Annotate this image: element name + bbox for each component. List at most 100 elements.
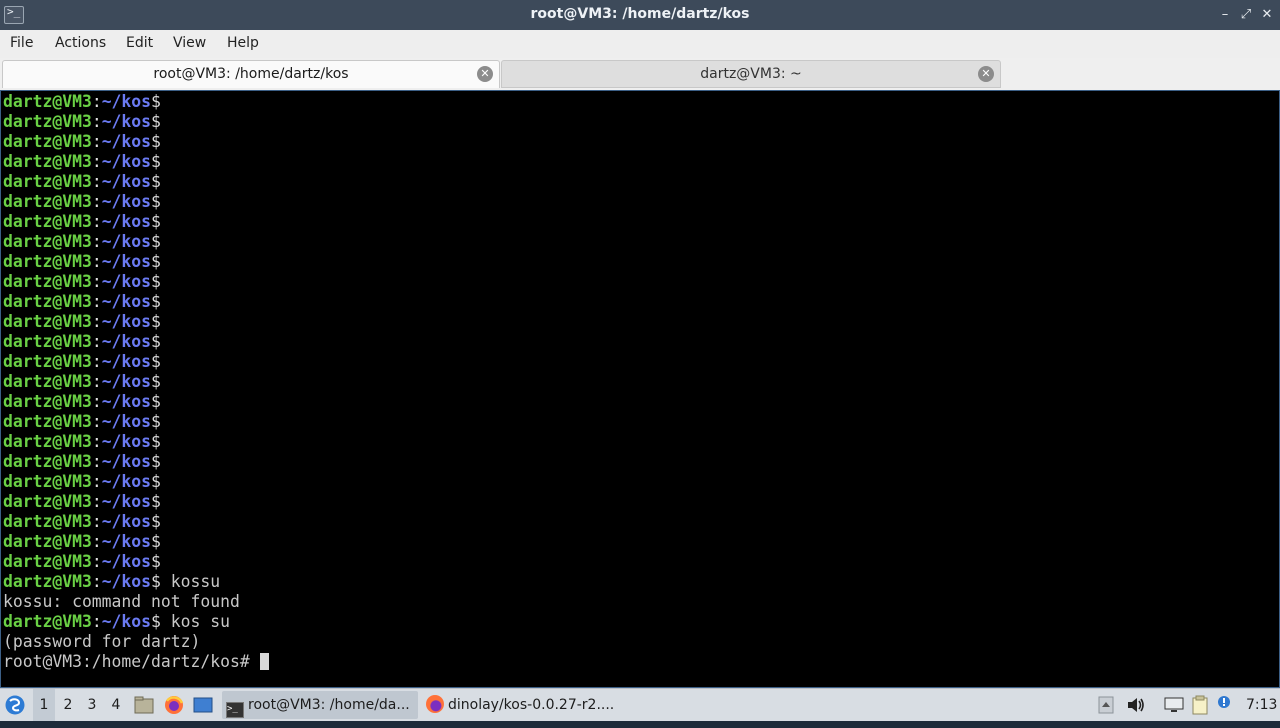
prompt-user: dartz@VM3 (3, 112, 92, 131)
close-button[interactable]: ✕ (1258, 6, 1276, 24)
prompt-path: ~/kos (101, 292, 152, 311)
prompt-path: ~/kos (101, 172, 152, 191)
terminal-prompt-line: dartz@VM3:~/kos$ (3, 492, 269, 512)
prompt-path: ~/kos (101, 512, 152, 531)
start-menu-icon[interactable] (4, 689, 28, 721)
prompt-symbol: $ (151, 332, 161, 351)
prompt-symbol: $ (151, 372, 161, 391)
desktop-4-button[interactable]: 4 (105, 689, 127, 721)
prompt-path: ~/kos (101, 392, 152, 411)
terminal-prompt-line: dartz@VM3:~/kos$ (3, 172, 269, 192)
prompt-user: dartz@VM3 (3, 252, 92, 271)
terminal-output[interactable]: dartz@VM3:~/kos$ dartz@VM3:~/kos$ dartz@VM… (0, 90, 1280, 688)
prompt-colon: : (91, 532, 102, 551)
task-terminal[interactable]: >_ root@VM3: /home/da... (222, 691, 418, 719)
prompt-path: ~/kos (101, 612, 152, 631)
prompt-symbol: $ (151, 252, 161, 271)
prompt-symbol: $ (151, 292, 161, 311)
prompt-user: dartz@VM3 (3, 552, 92, 571)
desktop-3-button[interactable]: 3 (81, 689, 103, 721)
task-label: root@VM3: /home/da... (248, 697, 410, 713)
prompt-colon: : (91, 112, 102, 131)
prompt-colon: : (91, 312, 102, 331)
prompt-path: ~/kos (101, 472, 152, 491)
terminal-prompt-line: dartz@VM3:~/kos$ (3, 352, 269, 372)
prompt-user: dartz@VM3 (3, 352, 92, 371)
terminal-prompt-line: dartz@VM3:~/kos$ (3, 552, 269, 572)
update-notifier-icon[interactable] (1215, 689, 1235, 721)
prompt-path: ~/kos (101, 112, 152, 131)
firefox-launcher-icon[interactable] (164, 689, 184, 721)
prompt-colon: : (91, 132, 102, 151)
prompt-colon: : (91, 152, 102, 171)
desktop-1-button[interactable]: 1 (33, 689, 55, 721)
root-prompt-line[interactable]: root@VM3:/home/dartz/kos# (3, 652, 269, 672)
terminal-prompt-line: dartz@VM3:~/kos$ (3, 532, 269, 552)
prompt-colon: : (91, 352, 102, 371)
command-text: kos su (160, 612, 230, 631)
terminal-prompt-line: dartz@VM3:~/kos$ (3, 372, 269, 392)
tab-bar: root@VM3: /home/dartz/kos ✕ dartz@VM3: ~… (0, 58, 1280, 90)
clock[interactable]: 7:13 (1246, 689, 1278, 721)
taskbar: 1 2 3 4 >_ root@VM3: /home/da... dinolay/… (0, 688, 1280, 721)
prompt-path: ~/kos (101, 192, 152, 211)
minimize-button[interactable]: – (1216, 6, 1234, 24)
tab-dartz-home[interactable]: dartz@VM3: ~ ✕ (501, 60, 1001, 88)
prompt-colon: : (91, 472, 102, 491)
prompt-user: dartz@VM3 (3, 612, 92, 631)
desktop-2-button[interactable]: 2 (57, 689, 79, 721)
terminal-output-line: (password for dartz) (3, 632, 201, 651)
menu-view[interactable]: View (173, 35, 206, 51)
menu-help[interactable]: Help (227, 35, 259, 51)
menu-actions[interactable]: Actions (55, 35, 106, 51)
prompt-symbol: $ (151, 352, 161, 371)
tab-root-kos[interactable]: root@VM3: /home/dartz/kos ✕ (2, 60, 500, 88)
prompt-user: dartz@VM3 (3, 92, 92, 111)
prompt-symbol: $ (151, 132, 161, 151)
prompt-path: ~/kos (101, 232, 152, 251)
task-label: dinolay/kos-0.0.27-r2.... (448, 697, 615, 713)
prompt-symbol: $ (151, 272, 161, 291)
terminal-icon: >_ (226, 702, 244, 718)
menu-edit[interactable]: Edit (126, 35, 153, 51)
prompt-symbol: $ (151, 212, 161, 231)
terminal-lines: dartz@VM3:~/kos$ dartz@VM3:~/kos$ dartz@VM… (3, 92, 269, 672)
prompt-symbol: $ (151, 232, 161, 251)
prompt-colon: : (91, 452, 102, 471)
close-tab-icon[interactable]: ✕ (978, 66, 994, 82)
prompt-symbol: $ (151, 472, 161, 491)
prompt-colon: : (91, 232, 102, 251)
prompt-path: ~/kos (101, 92, 152, 111)
terminal-cursor (259, 653, 269, 670)
show-desktop-icon[interactable] (193, 689, 213, 721)
prompt-symbol: $ (151, 412, 161, 431)
prompt-colon: : (91, 572, 102, 591)
prompt-path: ~/kos (101, 372, 152, 391)
prompt-user: dartz@VM3 (3, 272, 92, 291)
close-tab-icon[interactable]: ✕ (477, 66, 493, 82)
prompt-user: dartz@VM3 (3, 492, 92, 511)
prompt-symbol: $ (151, 572, 161, 591)
menu-file[interactable]: File (10, 35, 33, 51)
prompt-symbol: $ (151, 612, 161, 631)
terminal-prompt-line: dartz@VM3:~/kos$ (3, 452, 269, 472)
maximize-button[interactable]: ⤢ (1237, 6, 1255, 24)
terminal-prompt-line: dartz@VM3:~/kos$ (3, 412, 269, 432)
terminal-prompt-line: dartz@VM3:~/kos$ (3, 232, 269, 252)
prompt-symbol: $ (151, 152, 161, 171)
prompt-user: dartz@VM3 (3, 292, 92, 311)
prompt-path: ~/kos (101, 132, 152, 151)
window-titlebar[interactable]: >_ root@VM3: /home/dartz/kos – ⤢ ✕ (0, 0, 1280, 30)
tray-up-arrow-icon[interactable] (1098, 689, 1116, 721)
prompt-symbol: $ (151, 192, 161, 211)
prompt-path: ~/kos (101, 552, 152, 571)
network-icon[interactable] (1163, 689, 1185, 721)
prompt-symbol: $ (151, 492, 161, 511)
prompt-path: ~/kos (101, 212, 152, 231)
volume-icon[interactable] (1126, 689, 1146, 721)
terminal-prompt-line: dartz@VM3:~/kos$ (3, 132, 269, 152)
prompt-symbol: $ (151, 92, 161, 111)
task-firefox[interactable]: dinolay/kos-0.0.27-r2.... (424, 691, 624, 719)
clipboard-icon[interactable] (1190, 689, 1210, 721)
file-manager-icon[interactable] (134, 689, 154, 721)
